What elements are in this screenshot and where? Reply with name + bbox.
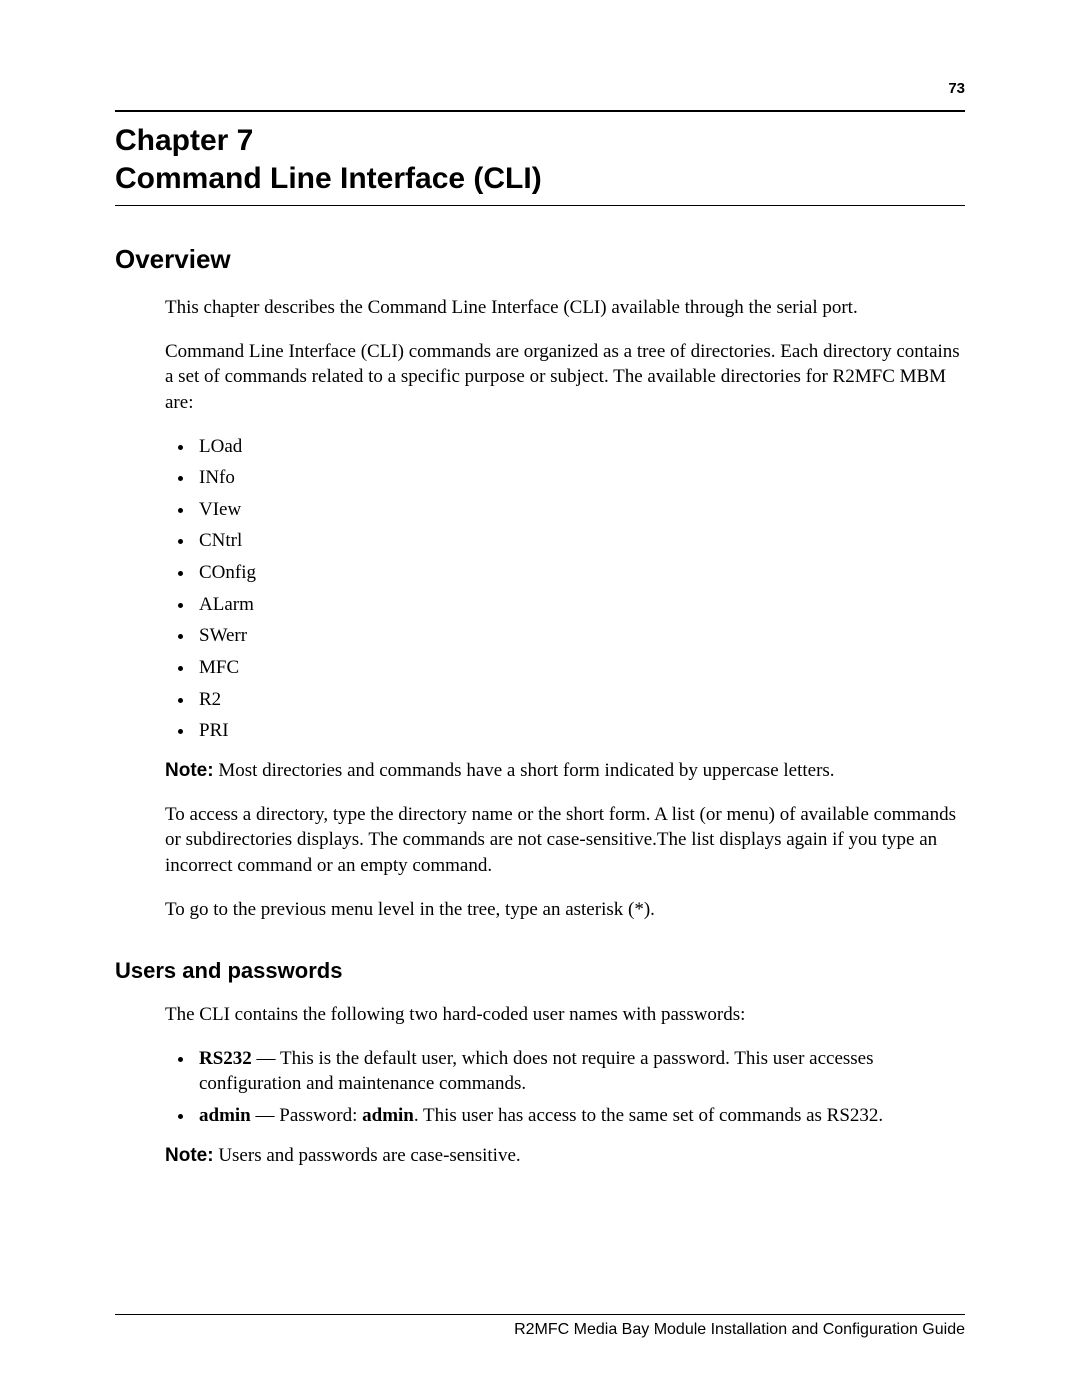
dir-item: INfo: [195, 465, 965, 491]
chapter-title: Command Line Interface (CLI): [115, 160, 965, 198]
users-list: RS232 — This is the default user, which …: [165, 1046, 965, 1129]
user-name: admin: [199, 1105, 251, 1126]
dir-item: VIew: [195, 497, 965, 523]
chapter-header: Chapter 7 Command Line Interface (CLI): [115, 110, 965, 206]
overview-p3: To access a directory, type the director…: [165, 802, 965, 879]
dir-item: SWerr: [195, 623, 965, 649]
page-footer: R2MFC Media Bay Module Installation and …: [115, 1314, 965, 1339]
dir-item: LOad: [195, 434, 965, 460]
user-item-rs232: RS232 — This is the default user, which …: [195, 1046, 965, 1097]
overview-p4: To go to the previous menu level in the …: [165, 897, 965, 923]
page-number: 73: [948, 80, 965, 97]
footer-rule: [115, 1314, 965, 1315]
user-item-admin: admin — Password: admin. This user has a…: [195, 1103, 965, 1129]
dir-item: R2: [195, 687, 965, 713]
note-label: Note:: [165, 1145, 214, 1166]
footer-text: R2MFC Media Bay Module Installation and …: [115, 1321, 965, 1339]
overview-note: Note: Most directories and commands have…: [165, 758, 965, 784]
dir-item: MFC: [195, 655, 965, 681]
dir-item: PRI: [195, 718, 965, 744]
note-text: Most directories and commands have a sho…: [214, 760, 835, 781]
overview-p1: This chapter describes the Command Line …: [165, 295, 965, 321]
dir-item: ALarm: [195, 592, 965, 618]
dir-item: CNtrl: [195, 528, 965, 554]
overview-p2: Command Line Interface (CLI) commands ar…: [165, 339, 965, 416]
note-label: Note:: [165, 760, 214, 781]
user-password: admin: [362, 1105, 414, 1126]
page: 73 Chapter 7 Command Line Interface (CLI…: [0, 0, 1080, 1397]
overview-body: This chapter describes the Command Line …: [165, 295, 965, 922]
user-sep: —: [251, 1105, 280, 1126]
user-desc: This is the default user, which does not…: [199, 1048, 874, 1095]
overview-heading: Overview: [115, 244, 965, 275]
chapter-label: Chapter 7: [115, 122, 965, 160]
user-name: RS232: [199, 1048, 252, 1069]
directory-list: LOad INfo VIew CNtrl COnfig ALarm SWerr …: [165, 434, 965, 744]
users-heading: Users and passwords: [115, 958, 965, 984]
user-pre: Password:: [279, 1105, 362, 1126]
users-body: The CLI contains the following two hard-…: [165, 1002, 965, 1168]
users-p1: The CLI contains the following two hard-…: [165, 1002, 965, 1028]
dir-item: COnfig: [195, 560, 965, 586]
user-desc: . This user has access to the same set o…: [414, 1105, 883, 1126]
users-note: Note: Users and passwords are case-sensi…: [165, 1143, 965, 1169]
user-sep: —: [252, 1048, 280, 1069]
note-text: Users and passwords are case-sensitive.: [214, 1145, 521, 1166]
